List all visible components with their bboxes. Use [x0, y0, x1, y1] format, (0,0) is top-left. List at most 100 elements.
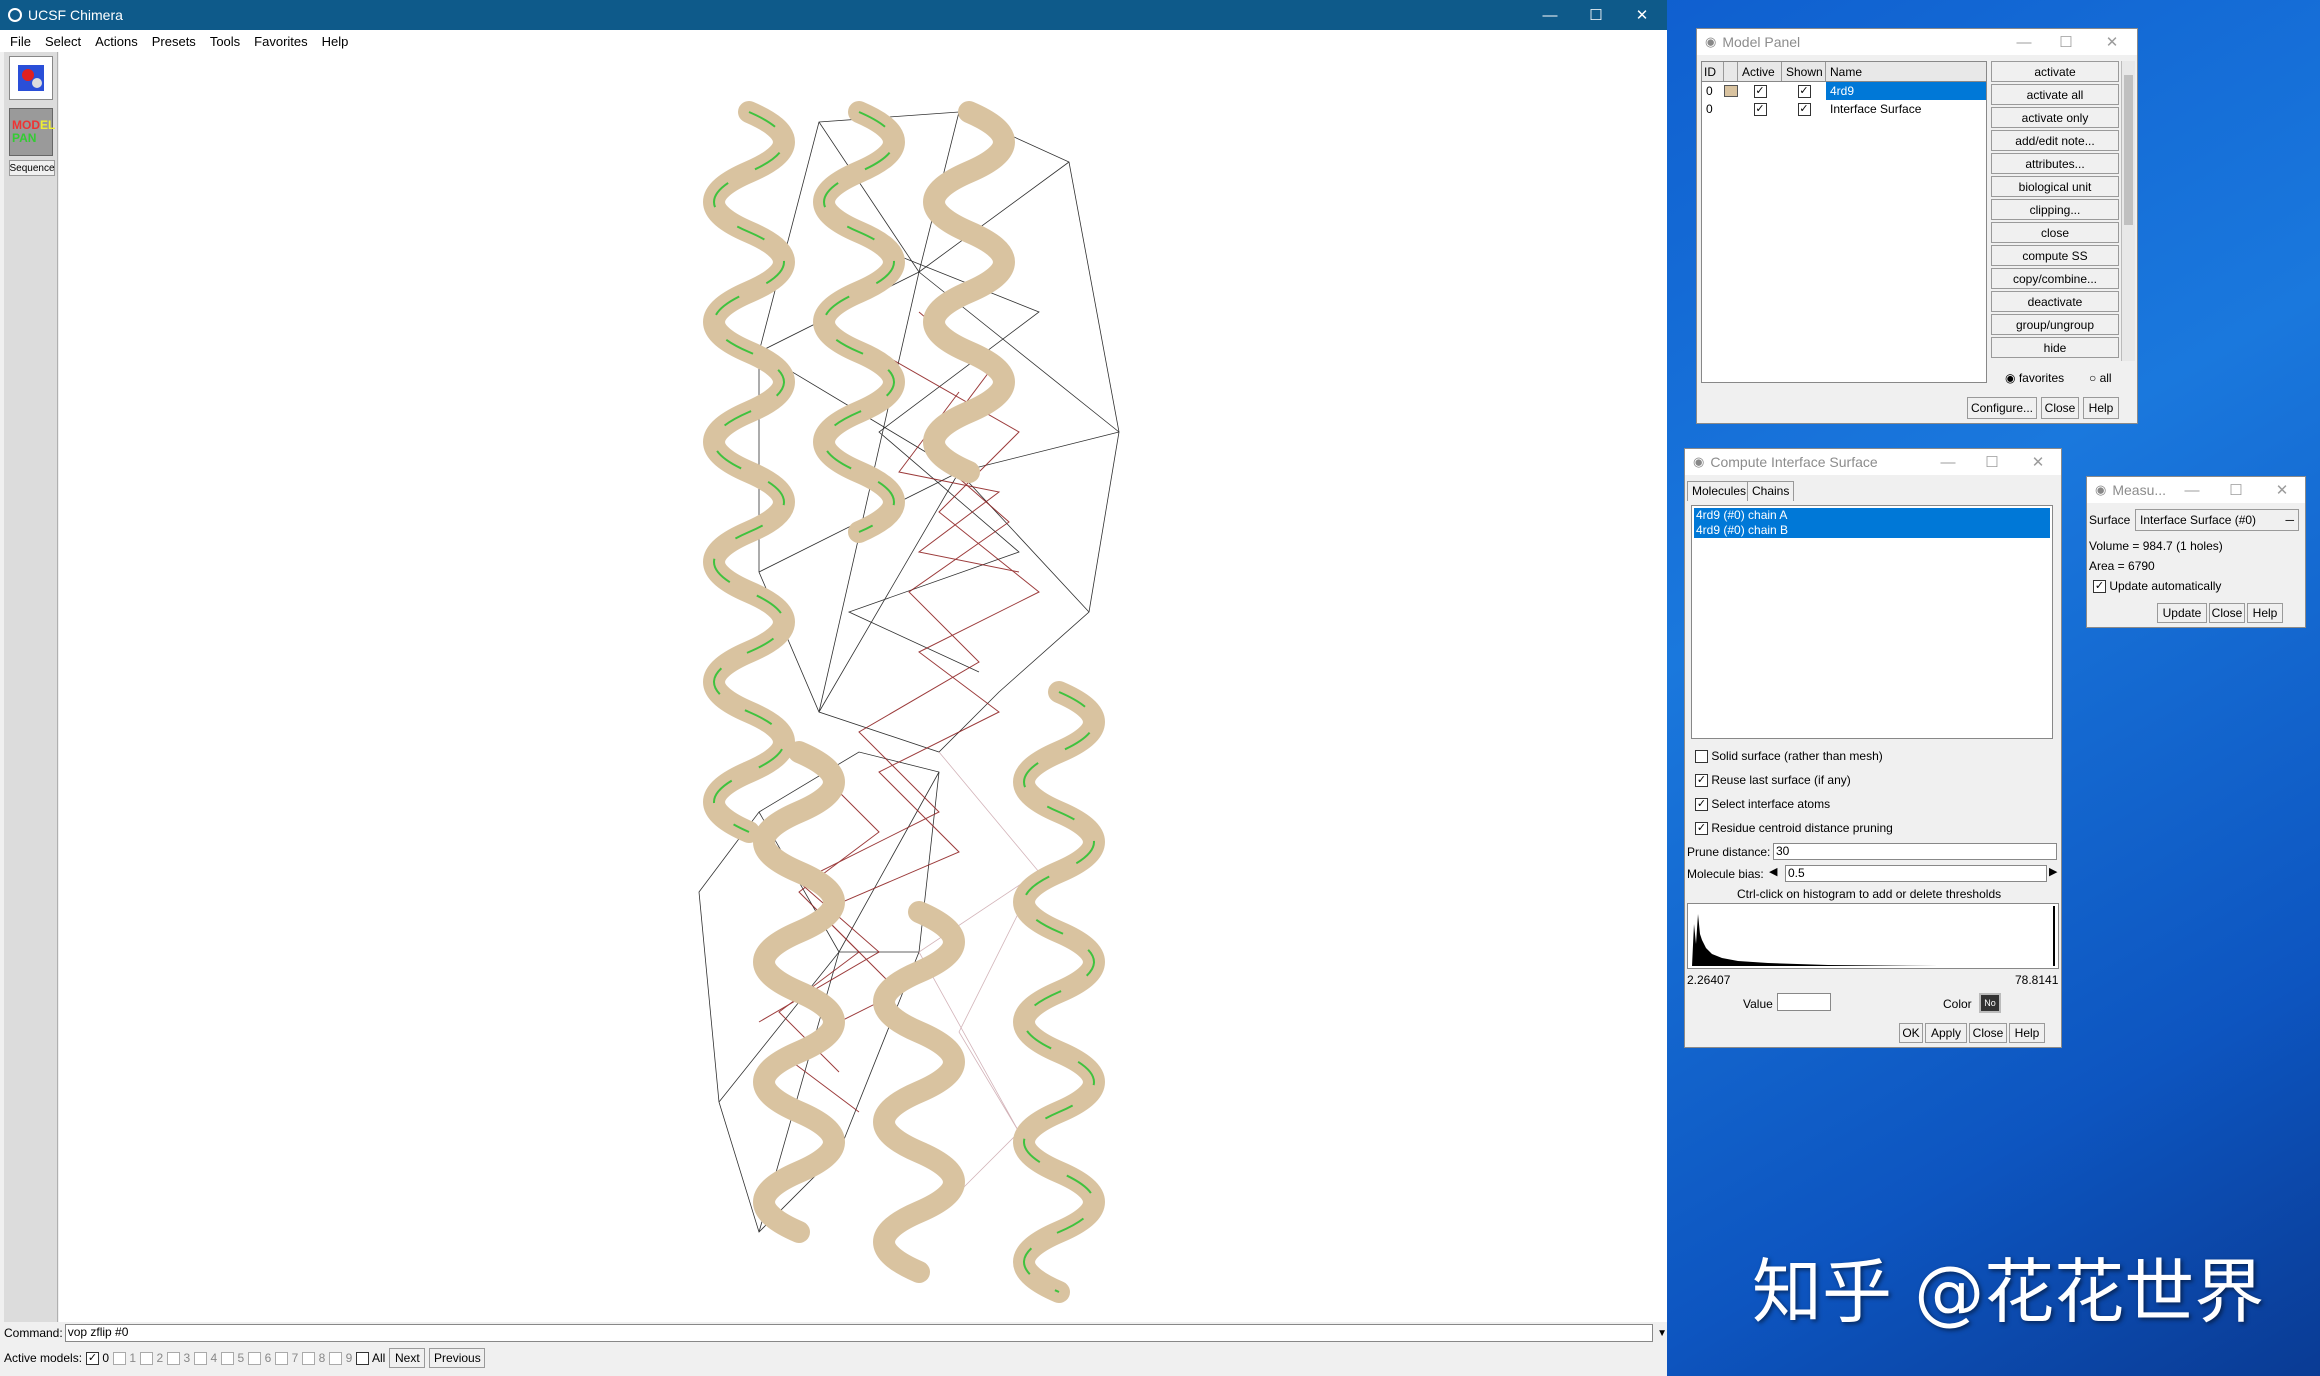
threshold-color-swatch[interactable]: No [1979, 993, 2001, 1013]
interface-close-button[interactable]: Close [1969, 1023, 2007, 1043]
bias-left-arrow-icon[interactable]: ◀ [1769, 865, 1777, 878]
list-item[interactable]: 4rd9 (#0) chain A [1694, 508, 2050, 523]
measure-close-icon[interactable]: ✕ [2259, 477, 2305, 503]
interface-maximize-icon[interactable]: ☐ [1969, 449, 2015, 475]
opt-reuse-surface[interactable]: ✓ Reuse last surface (if any) [1695, 773, 1851, 788]
measure-minimize-icon[interactable]: — [2169, 477, 2215, 503]
all-radio[interactable]: ○ all [2089, 371, 2112, 385]
threshold-value-input[interactable] [1777, 993, 1831, 1011]
action-add-edit-note[interactable]: add/edit note... [1991, 130, 2119, 151]
interface-minimize-icon[interactable]: — [1925, 449, 1971, 475]
measure-app-icon: ◉ [2095, 482, 2107, 497]
chimera-titlebar[interactable]: UCSF Chimera [0, 0, 1667, 30]
interface-ok-button[interactable]: OK [1899, 1023, 1923, 1043]
action-close[interactable]: close [1991, 222, 2119, 243]
molecule-bias-slider[interactable]: 0.5 [1785, 865, 2047, 882]
actions-scrollbar[interactable] [2121, 61, 2135, 361]
model-2-checkbox[interactable]: 2 [140, 1351, 163, 1366]
action-activate-all[interactable]: activate all [1991, 84, 2119, 105]
favorites-radio[interactable]: ◉ favorites [2005, 371, 2064, 385]
model-5-checkbox[interactable]: 5 [221, 1351, 244, 1366]
command-row: Command: vop zflip #0 ▼ [0, 1322, 1667, 1344]
interface-apply-button[interactable]: Apply [1925, 1023, 1967, 1043]
next-button[interactable]: Next [389, 1348, 426, 1368]
model-panel-close-icon[interactable]: ✕ [2089, 29, 2135, 55]
interface-help-button[interactable]: Help [2009, 1023, 2045, 1043]
col-shown[interactable]: Shown [1782, 62, 1826, 81]
update-automatically-checkbox[interactable]: ✓ Update automatically [2093, 579, 2221, 594]
action-biological-unit[interactable]: biological unit [1991, 176, 2119, 197]
prune-distance-input[interactable]: 30 [1773, 843, 2057, 860]
close-icon[interactable]: ✕ [1619, 0, 1665, 30]
model-panel-maximize-icon[interactable]: ☐ [2043, 29, 2089, 55]
command-history-dropdown-icon[interactable]: ▼ [1657, 1328, 1667, 1339]
opt-select-atoms[interactable]: ✓ Select interface atoms [1695, 797, 1830, 812]
action-group-ungroup[interactable]: group/ungroup [1991, 314, 2119, 335]
table-row[interactable]: 0 ✓ ✓ 4rd9 [1702, 82, 1986, 100]
model-9-checkbox[interactable]: 9 [329, 1351, 352, 1366]
action-hide[interactable]: hide [1991, 337, 2119, 358]
configure-button[interactable]: Configure... [1967, 397, 2037, 419]
menu-file[interactable]: File [10, 34, 31, 49]
tab-chains[interactable]: Chains [1747, 481, 1795, 501]
menu-select[interactable]: Select [45, 34, 81, 49]
action-attributes[interactable]: attributes... [1991, 153, 2119, 174]
model-6-checkbox[interactable]: 6 [248, 1351, 271, 1366]
action-copy-combine[interactable]: copy/combine... [1991, 268, 2119, 289]
histogram[interactable] [1687, 903, 2059, 969]
command-input[interactable]: vop zflip #0 [64, 1324, 1654, 1342]
col-id[interactable]: ID [1702, 62, 1724, 81]
minimize-icon[interactable]: — [1527, 0, 1573, 30]
model-4-checkbox[interactable]: 4 [194, 1351, 217, 1366]
measure-close-button[interactable]: Close [2209, 603, 2245, 623]
menu-tools[interactable]: Tools [210, 34, 240, 49]
chain-list[interactable]: 4rd9 (#0) chain A 4rd9 (#0) chain B [1691, 505, 2053, 739]
model-1-checkbox[interactable]: 1 [113, 1351, 136, 1366]
active-checkbox[interactable]: ✓ [1738, 102, 1782, 117]
measure-help-button[interactable]: Help [2247, 603, 2283, 623]
bias-right-arrow-icon[interactable]: ▶ [2049, 865, 2057, 878]
list-item[interactable]: 4rd9 (#0) chain B [1694, 523, 2050, 538]
action-compute-ss[interactable]: compute SS [1991, 245, 2119, 266]
shown-checkbox[interactable]: ✓ [1782, 84, 1826, 99]
interface-close-icon[interactable]: ✕ [2015, 449, 2061, 475]
molecule-display-icon[interactable] [9, 56, 53, 100]
action-activate-only[interactable]: activate only [1991, 107, 2119, 128]
measure-update-button[interactable]: Update [2157, 603, 2207, 623]
opt-distance-pruning[interactable]: ✓ Residue centroid distance pruning [1695, 821, 1893, 836]
shown-checkbox[interactable]: ✓ [1782, 102, 1826, 117]
model-0-checkbox[interactable]: ✓ 0 [86, 1351, 109, 1366]
model-3-checkbox[interactable]: 3 [167, 1351, 190, 1366]
menu-actions[interactable]: Actions [95, 34, 138, 49]
opt-solid-surface[interactable]: Solid surface (rather than mesh) [1695, 749, 1883, 764]
sequence-button[interactable]: Sequence [9, 160, 55, 176]
menu-help[interactable]: Help [322, 34, 349, 49]
surface-menu-button[interactable]: Interface Surface (#0) ─ [2135, 509, 2299, 531]
actions-scrollbar-thumb[interactable] [2124, 75, 2133, 225]
all-models-checkbox[interactable]: All [356, 1351, 385, 1366]
model-panel-icon[interactable]: MODEL PAN [9, 108, 55, 156]
model-panel-help-button[interactable]: Help [2083, 397, 2119, 419]
graphics-viewport[interactable] [59, 52, 1667, 1322]
previous-button[interactable]: Previous [429, 1348, 486, 1368]
col-active[interactable]: Active [1738, 62, 1782, 81]
menu-presets[interactable]: Presets [152, 34, 196, 49]
model-color-swatch[interactable] [1724, 85, 1738, 97]
measure-maximize-icon[interactable]: ☐ [2213, 477, 2259, 503]
col-name[interactable]: Name [1826, 62, 1986, 81]
action-clipping[interactable]: clipping... [1991, 199, 2119, 220]
menu-favorites[interactable]: Favorites [254, 34, 307, 49]
action-deactivate[interactable]: deactivate [1991, 291, 2119, 312]
active-checkbox[interactable]: ✓ [1738, 84, 1782, 99]
model-panel-minimize-icon[interactable]: — [2001, 29, 2047, 55]
model-8-checkbox[interactable]: 8 [302, 1351, 325, 1366]
histogram-plot [1692, 906, 2056, 966]
left-toolbar: MODEL PAN Sequence [4, 52, 58, 1322]
table-row[interactable]: 0 ✓ ✓ Interface Surface [1702, 100, 1986, 118]
model-panel-close-button[interactable]: Close [2041, 397, 2079, 419]
tab-molecules[interactable]: Molecules [1687, 481, 1752, 501]
maximize-icon[interactable]: ☐ [1573, 0, 1619, 30]
model-7-checkbox[interactable]: 7 [275, 1351, 298, 1366]
col-color[interactable] [1724, 62, 1738, 81]
action-activate[interactable]: activate [1991, 61, 2119, 82]
